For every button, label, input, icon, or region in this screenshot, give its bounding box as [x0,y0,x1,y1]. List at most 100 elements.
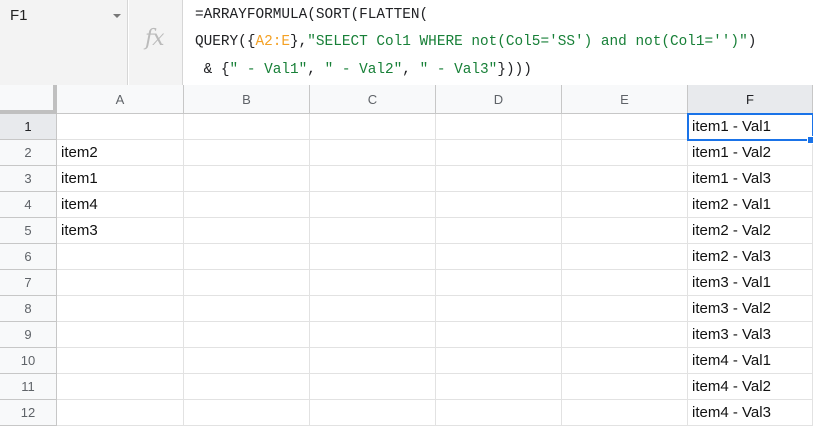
cell-c3[interactable] [310,166,436,192]
column-header-e[interactable]: E [562,85,688,114]
cell-c6[interactable] [310,244,436,270]
cell-f4[interactable]: item2 - Val1 [688,192,813,218]
row-header-12[interactable]: 12 [0,400,57,426]
name-box[interactable]: F1 [0,0,128,85]
cell-b3[interactable] [184,166,310,192]
cell-d4[interactable] [436,192,562,218]
cell-a2[interactable]: item2 [57,140,184,166]
cell-e5[interactable] [562,218,688,244]
cell-a7[interactable] [57,270,184,296]
cell-e4[interactable] [562,192,688,218]
column-header-b[interactable]: B [184,85,310,114]
formula-string: "SELECT Col1 WHERE not(Col5='SS') and no… [307,34,748,50]
cell-e1[interactable] [562,114,688,140]
cell-b1[interactable] [184,114,310,140]
cell-e3[interactable] [562,166,688,192]
cell-a1[interactable] [57,114,184,140]
cell-e12[interactable] [562,400,688,426]
cell-d9[interactable] [436,322,562,348]
cell-d11[interactable] [436,374,562,400]
cell-f1[interactable]: item1 - Val1 [688,114,813,140]
cell-c12[interactable] [310,400,436,426]
cell-d12[interactable] [436,400,562,426]
row-header-1[interactable]: 1 [0,114,57,140]
cell-b5[interactable] [184,218,310,244]
row-header-6[interactable]: 6 [0,244,57,270]
formula-line-1: =ARRAYFORMULA(SORT(FLATTEN( [195,7,428,23]
cell-b2[interactable] [184,140,310,166]
cell-c9[interactable] [310,322,436,348]
column-header-f[interactable]: F [688,85,813,114]
row-header-5[interactable]: 5 [0,218,57,244]
cell-e7[interactable] [562,270,688,296]
cell-d3[interactable] [436,166,562,192]
cell-c4[interactable] [310,192,436,218]
cell-a12[interactable] [57,400,184,426]
cell-d1[interactable] [436,114,562,140]
cell-b12[interactable] [184,400,310,426]
cell-d7[interactable] [436,270,562,296]
cell-a8[interactable] [57,296,184,322]
cell-b6[interactable] [184,244,310,270]
cell-c5[interactable] [310,218,436,244]
cell-d2[interactable] [436,140,562,166]
cell-f8[interactable]: item3 - Val2 [688,296,813,322]
row-header-10[interactable]: 10 [0,348,57,374]
fill-handle[interactable] [807,136,813,144]
cell-f11[interactable]: item4 - Val2 [688,374,813,400]
cell-d6[interactable] [436,244,562,270]
cell-c2[interactable] [310,140,436,166]
cell-e6[interactable] [562,244,688,270]
cell-c7[interactable] [310,270,436,296]
row-header-7[interactable]: 7 [0,270,57,296]
column-header-c[interactable]: C [310,85,436,114]
formula-text: }, [290,34,308,50]
cell-b4[interactable] [184,192,310,218]
cell-f10[interactable]: item4 - Val1 [688,348,813,374]
select-all-corner[interactable] [0,85,57,114]
cell-e8[interactable] [562,296,688,322]
cell-a11[interactable] [57,374,184,400]
row-header-2[interactable]: 2 [0,140,57,166]
cell-f12[interactable]: item4 - Val3 [688,400,813,426]
row-header-11[interactable]: 11 [0,374,57,400]
cell-e10[interactable] [562,348,688,374]
cell-b8[interactable] [184,296,310,322]
cell-a3[interactable]: item1 [57,166,184,192]
cell-c8[interactable] [310,296,436,322]
row-header-4[interactable]: 4 [0,192,57,218]
cell-f2[interactable]: item1 - Val2 [688,140,813,166]
cell-a10[interactable] [57,348,184,374]
row-header-8[interactable]: 8 [0,296,57,322]
column-header-a[interactable]: A [57,85,184,114]
cell-f6[interactable]: item2 - Val3 [688,244,813,270]
cell-f3[interactable]: item1 - Val3 [688,166,813,192]
cell-b11[interactable] [184,374,310,400]
function-label: fx [129,0,183,85]
formula-input[interactable]: =ARRAYFORMULA(SORT(FLATTEN( QUERY({A2:E}… [183,0,813,85]
row-header-3[interactable]: 3 [0,166,57,192]
cell-c1[interactable] [310,114,436,140]
formula-text: QUERY({ [195,34,256,50]
cell-b9[interactable] [184,322,310,348]
cell-d8[interactable] [436,296,562,322]
column-header-d[interactable]: D [436,85,562,114]
cell-c10[interactable] [310,348,436,374]
cell-e9[interactable] [562,322,688,348]
cell-b10[interactable] [184,348,310,374]
cell-f7[interactable]: item3 - Val1 [688,270,813,296]
cell-e2[interactable] [562,140,688,166]
cell-f9[interactable]: item3 - Val3 [688,322,813,348]
cell-d5[interactable] [436,218,562,244]
cell-f5[interactable]: item2 - Val2 [688,218,813,244]
cell-c11[interactable] [310,374,436,400]
row-header-9[interactable]: 9 [0,322,57,348]
chevron-down-icon[interactable] [113,14,121,18]
cell-a9[interactable] [57,322,184,348]
cell-d10[interactable] [436,348,562,374]
cell-a5[interactable]: item3 [57,218,184,244]
cell-a4[interactable]: item4 [57,192,184,218]
cell-b7[interactable] [184,270,310,296]
cell-e11[interactable] [562,374,688,400]
cell-a6[interactable] [57,244,184,270]
